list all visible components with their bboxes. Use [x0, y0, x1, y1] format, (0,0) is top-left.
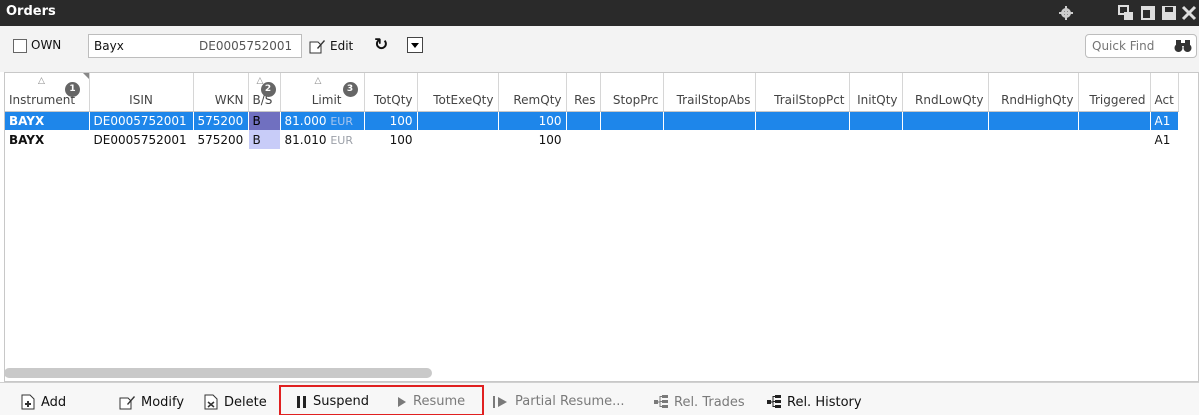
- orders-toolbar: OWN Bayx DE0005752001 Edit ↻: [0, 26, 1199, 72]
- cell-instrument: BAYX: [5, 111, 90, 130]
- edit-label: Edit: [330, 39, 354, 53]
- cell-trailstoppct: [755, 130, 849, 149]
- col-header-totexeqty[interactable]: TotExeQty: [417, 73, 499, 112]
- instrument-name: Bayx: [94, 39, 124, 53]
- cell-isin: DE0005752001: [93, 132, 187, 147]
- sort-badge: 1: [65, 82, 80, 97]
- edit-icon: [309, 40, 325, 54]
- instrument-isin: DE0005752001: [199, 39, 293, 53]
- own-checkbox[interactable]: [13, 39, 27, 53]
- close-icon[interactable]: [1181, 5, 1197, 21]
- cell-rndlowqty: [902, 111, 989, 130]
- cell-initqty: [849, 111, 903, 130]
- cell-act: A1: [1154, 132, 1171, 147]
- cell-totqty: 100: [389, 132, 413, 147]
- col-header-triggered[interactable]: Triggered: [1078, 73, 1151, 112]
- cell-isin: DE0005752001: [89, 111, 194, 130]
- col-header-instrument[interactable]: △ 1 Instrument: [5, 73, 90, 112]
- instrument-field[interactable]: Bayx DE0005752001: [88, 34, 302, 58]
- actions-bar: Add Modify Delete Suspend Resume Partial…: [0, 382, 1199, 415]
- cell-remqty: 100: [498, 111, 567, 130]
- cell-rndhighqty: [988, 130, 1078, 149]
- highlight-box: [279, 385, 484, 415]
- add-button[interactable]: Add: [20, 394, 66, 410]
- col-header-rndhighqty[interactable]: RndHighQty: [988, 73, 1079, 112]
- cell-triggered: [1078, 130, 1150, 149]
- cell-limit: 81.000 EUR: [280, 111, 365, 130]
- cell-initqty: [849, 130, 902, 149]
- horizontal-scrollbar[interactable]: [4, 368, 432, 378]
- cell-wkn: 575200: [197, 132, 244, 147]
- delete-button[interactable]: Delete: [203, 394, 267, 410]
- col-header-bs[interactable]: △ 2 B/S: [248, 73, 281, 112]
- col-header-trailstoppct[interactable]: TrailStopPct: [755, 73, 850, 112]
- cell-totexeqty: [417, 130, 498, 149]
- col-header-res[interactable]: Res: [566, 73, 601, 112]
- refresh-icon[interactable]: ↻: [374, 35, 388, 55]
- sort-badge: 2: [260, 82, 276, 97]
- orders-grid: △ 1 Instrument ISIN WKN △ 2 B/S △ 3 Limi…: [4, 72, 1199, 382]
- cell-trailstopabs: [663, 111, 756, 130]
- modify-button[interactable]: Modify: [118, 394, 184, 410]
- col-header-wkn[interactable]: WKN: [193, 73, 249, 112]
- cell-rndlowqty: [902, 130, 988, 149]
- cell-wkn: 575200: [193, 111, 249, 130]
- cell-rndhighqty: [988, 111, 1079, 130]
- rel-history-button[interactable]: Rel. History: [766, 394, 862, 410]
- window-title: Orders: [6, 4, 56, 19]
- col-header-initqty[interactable]: InitQty: [849, 73, 903, 112]
- maximize-icon[interactable]: [1140, 5, 1156, 21]
- save-icon[interactable]: [1161, 5, 1177, 21]
- col-header-act[interactable]: Act: [1150, 73, 1179, 112]
- restore-icon[interactable]: [1118, 5, 1134, 21]
- partial-resume-button[interactable]: Partial Resume...: [492, 394, 625, 409]
- cell-totqty: 100: [364, 111, 418, 130]
- table-row[interactable]: BAYX DE0005752001 575200 B 81.000 EUR 10…: [5, 111, 1179, 130]
- rel-trades-button[interactable]: Rel. Trades: [653, 394, 745, 410]
- col-header-stopprc[interactable]: StopPrc: [600, 73, 664, 112]
- delete-icon: [204, 394, 218, 410]
- cell-bs: B: [248, 111, 281, 130]
- col-header-limit[interactable]: △ 3 Limit: [280, 73, 365, 112]
- quick-find[interactable]: [1085, 34, 1197, 58]
- cell-stopprc: [600, 111, 664, 130]
- cell-instrument: BAYX: [9, 132, 45, 147]
- quick-find-input[interactable]: [1092, 39, 1174, 53]
- col-header-remqty[interactable]: RemQty: [498, 73, 567, 112]
- cell-remqty: 100: [538, 132, 562, 147]
- table-row[interactable]: BAYX DE0005752001 575200 B 81.010 EUR 10…: [5, 130, 1178, 149]
- col-header-rndlowqty[interactable]: RndLowQty: [902, 73, 989, 112]
- cell-res: [566, 111, 601, 130]
- gear-icon[interactable]: [1058, 5, 1074, 21]
- add-icon: [21, 394, 35, 410]
- col-header-trailstopabs[interactable]: TrailStopAbs: [663, 73, 756, 112]
- relation-tree-icon: [767, 395, 781, 408]
- col-header-isin[interactable]: ISIN: [89, 73, 194, 112]
- sort-badge: 3: [342, 82, 358, 97]
- cell-stopprc: [600, 130, 663, 149]
- cell-act: A1: [1150, 111, 1179, 130]
- partial-play-icon: [493, 395, 507, 408]
- own-label: OWN: [31, 38, 62, 52]
- filter-corner-icon: [82, 73, 89, 79]
- modify-icon: [119, 396, 135, 410]
- edit-button[interactable]: Edit: [308, 34, 353, 58]
- cell-limit: 81.010 EUR: [284, 132, 353, 147]
- cell-totexeqty: [417, 111, 499, 130]
- cell-triggered: [1078, 111, 1151, 130]
- cell-res: [566, 130, 600, 149]
- sort-arrow-icon: △: [314, 76, 322, 86]
- cell-bs: B: [248, 130, 280, 149]
- cell-trailstopabs: [663, 130, 755, 149]
- orders-table: △ 1 Instrument ISIN WKN △ 2 B/S △ 3 Limi…: [5, 73, 1179, 149]
- binoculars-icon[interactable]: [1174, 38, 1192, 54]
- cell-trailstoppct: [755, 111, 850, 130]
- relation-tree-icon: [654, 395, 668, 408]
- toolbar-dropdown-button[interactable]: [407, 37, 423, 53]
- header-row: △ 1 Instrument ISIN WKN △ 2 B/S △ 3 Limi…: [5, 73, 1179, 112]
- window-titlebar: Orders: [0, 0, 1199, 26]
- col-header-totqty[interactable]: TotQty: [364, 73, 418, 112]
- sort-arrow-icon: △: [38, 76, 45, 86]
